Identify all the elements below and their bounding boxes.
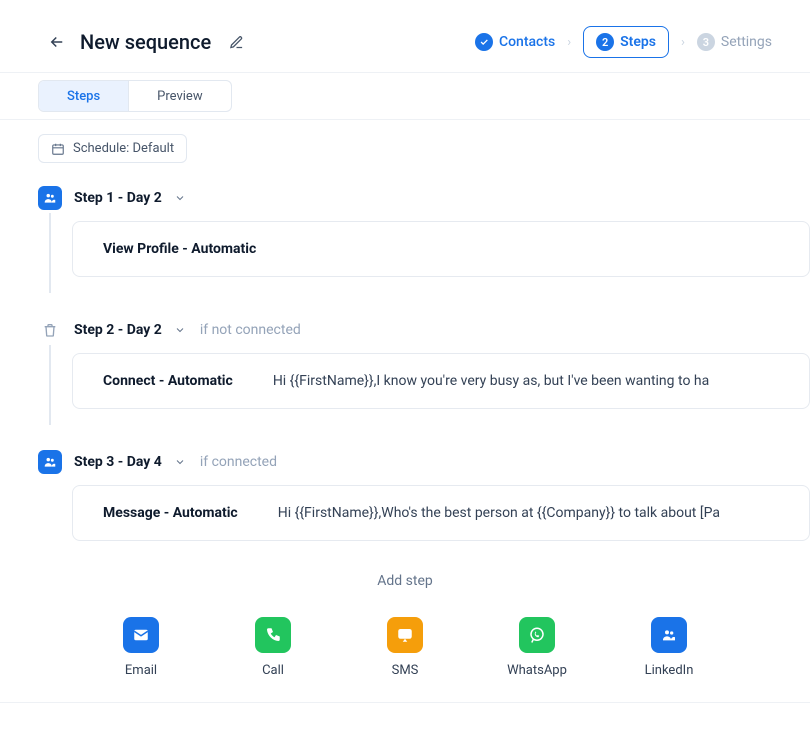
add-step-row: Email Call SMS WhatsApp LinkedIn — [0, 617, 810, 703]
pencil-icon[interactable] — [229, 35, 244, 50]
trash-icon[interactable] — [38, 318, 62, 342]
add-step-label: LinkedIn — [645, 663, 694, 678]
stepper-settings-label: Settings — [721, 34, 772, 50]
chevron-right-icon: › — [567, 35, 571, 50]
sms-icon — [387, 617, 423, 653]
schedule-button[interactable]: Schedule: Default — [38, 134, 187, 163]
page-title: New sequence — [80, 30, 211, 54]
back-arrow-icon[interactable] — [48, 33, 66, 51]
add-step-sms[interactable]: SMS — [370, 617, 440, 678]
stepper-settings[interactable]: 3 Settings — [697, 33, 772, 51]
people-icon — [38, 186, 62, 210]
tabs: Steps Preview — [38, 80, 232, 112]
step-card[interactable]: Connect - Automatic Hi {{FirstName}},I k… — [72, 353, 810, 409]
step-title: Step 1 - Day 2 — [74, 190, 162, 206]
step-condition: if not connected — [200, 322, 301, 338]
step-condition: if connected — [200, 454, 277, 470]
schedule-label: Schedule: Default — [73, 141, 174, 156]
add-step-section: Add step Email Call SMS WhatsApp LinkedI… — [0, 573, 810, 703]
tabs-row: Steps Preview — [0, 72, 810, 120]
chevron-down-icon[interactable] — [174, 192, 186, 204]
call-icon — [255, 617, 291, 653]
step-header[interactable]: Step 2 - Day 2 if not connected — [38, 309, 810, 351]
add-step-call[interactable]: Call — [238, 617, 308, 678]
step-card[interactable]: Message - Automatic Hi {{FirstName}},Who… — [72, 485, 810, 541]
chevron-down-icon[interactable] — [174, 456, 186, 468]
stepper-settings-num: 3 — [697, 33, 715, 51]
chevron-down-icon[interactable] — [174, 324, 186, 336]
step-title: Step 2 - Day 2 — [74, 322, 162, 338]
step-card[interactable]: View Profile - Automatic — [72, 221, 810, 277]
calendar-icon — [51, 142, 65, 156]
add-step-whatsapp[interactable]: WhatsApp — [502, 617, 572, 678]
step-card-title: Connect - Automatic — [103, 373, 233, 389]
chevron-right-icon: › — [681, 35, 685, 50]
add-step-label: WhatsApp — [507, 663, 567, 678]
stepper-steps-label: Steps — [620, 34, 656, 50]
linkedin-icon — [651, 617, 687, 653]
add-step-label: Email — [125, 663, 157, 678]
tab-preview[interactable]: Preview — [129, 81, 230, 111]
wizard-stepper: Contacts › 2 Steps › 3 Settings — [475, 26, 772, 58]
check-circle-icon — [475, 33, 493, 51]
whatsapp-icon — [519, 617, 555, 653]
step-card-body: Hi {{FirstName}},I know you're very busy… — [273, 373, 779, 389]
add-step-label: Call — [262, 663, 284, 678]
steps-area: Step 1 - Day 2 View Profile - Automatic … — [0, 169, 810, 541]
people-icon — [38, 450, 62, 474]
stepper-contacts-label: Contacts — [499, 34, 555, 50]
step-card-title: Message - Automatic — [103, 505, 238, 521]
add-step-label: SMS — [392, 663, 419, 678]
tab-steps[interactable]: Steps — [39, 81, 129, 111]
stepper-steps[interactable]: 2 Steps — [583, 26, 669, 58]
step-card-body: Hi {{FirstName}},Who's the best person a… — [278, 505, 779, 521]
email-icon — [123, 617, 159, 653]
stepper-contacts[interactable]: Contacts — [475, 33, 555, 51]
step-header[interactable]: Step 3 - Day 4 if connected — [38, 441, 810, 483]
step-card-title: View Profile - Automatic — [103, 241, 256, 257]
step-header[interactable]: Step 1 - Day 2 — [38, 177, 810, 219]
add-step-title: Add step — [0, 573, 810, 589]
add-step-linkedin[interactable]: LinkedIn — [634, 617, 704, 678]
stepper-steps-num: 2 — [596, 33, 614, 51]
add-step-email[interactable]: Email — [106, 617, 176, 678]
step-title: Step 3 - Day 4 — [74, 454, 162, 470]
header: New sequence Contacts › 2 Steps › 3 Sett… — [0, 0, 810, 72]
